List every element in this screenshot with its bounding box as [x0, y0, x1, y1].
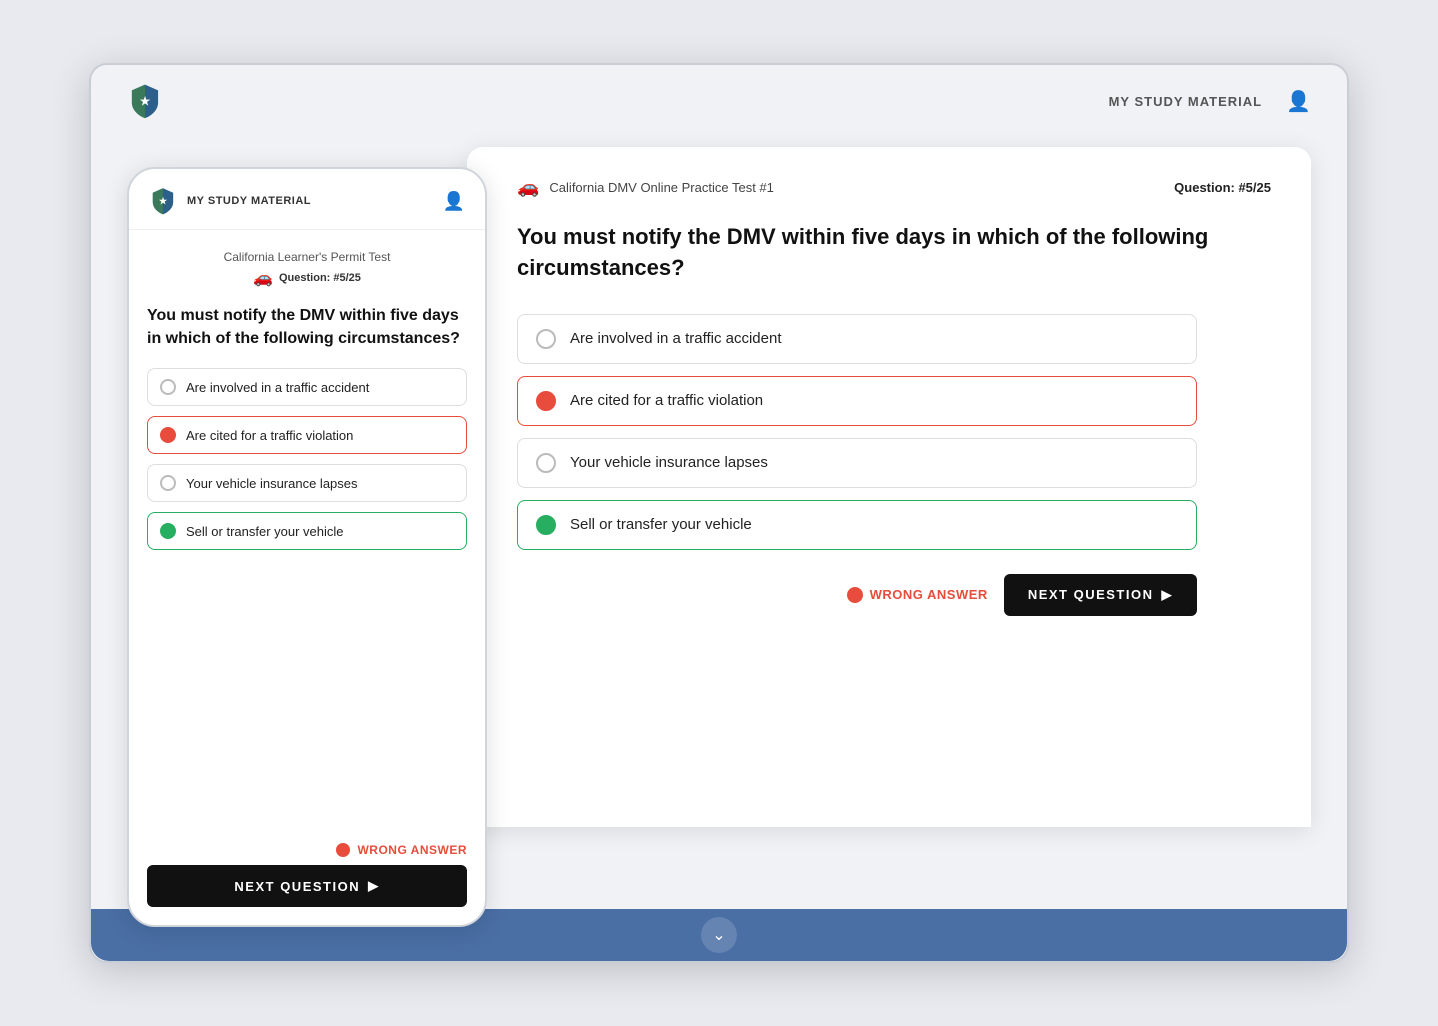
desktop-radio-dot-4	[536, 515, 556, 535]
desktop-option-text-1: Are involved in a traffic accident	[570, 330, 782, 347]
outer-content: ★ MY STUDY MATERIAL 👤 California Learner…	[91, 137, 1347, 909]
desktop-question-num: Question: #5/25	[1174, 180, 1271, 195]
option-text-4: Sell or transfer your vehicle	[186, 524, 344, 539]
outer-user-icon[interactable]: 👤	[1286, 89, 1311, 114]
phone-next-btn-label: NEXT QUESTION	[234, 879, 360, 894]
desktop-wrong-dot	[847, 587, 863, 603]
phone-logo-icon: ★	[149, 187, 177, 215]
phone-answer-option-4[interactable]: Sell or transfer your vehicle	[147, 512, 467, 550]
outer-device: ★ MY STUDY MATERIAL 👤 ★ MY STUDY MATERIA…	[89, 63, 1349, 963]
svg-text:★: ★	[159, 196, 168, 206]
phone-wrong-label: WRONG ANSWER	[357, 843, 467, 857]
desktop-question-text: You must notify the DMV within five days…	[517, 222, 1217, 284]
phone-answer-option-1[interactable]: Are involved in a traffic accident	[147, 368, 467, 406]
phone-answer-option-3[interactable]: Your vehicle insurance lapses	[147, 464, 467, 502]
scroll-indicator: ⌄	[701, 917, 737, 953]
outer-topbar: ★ MY STUDY MATERIAL 👤	[91, 65, 1347, 137]
phone-next-arrow-icon: ▶	[368, 878, 380, 894]
desktop-radio-dot-1	[536, 329, 556, 349]
desktop-footer: WRONG ANSWER NEXT QUESTION ▶	[517, 574, 1197, 616]
phone-wrong-answer-row: WRONG ANSWER	[147, 843, 467, 857]
option-text-3: Your vehicle insurance lapses	[186, 476, 358, 491]
desktop-answer-option-1[interactable]: Are involved in a traffic accident	[517, 314, 1197, 364]
phone-car-icon: 🚗	[253, 268, 273, 288]
desktop-quiz-name: California DMV Online Practice Test #1	[549, 180, 773, 195]
phone-brand-label: MY STUDY MATERIAL	[187, 195, 311, 207]
desktop-next-arrow-icon: ▶	[1162, 587, 1174, 603]
app-logo-icon: ★	[127, 83, 163, 119]
phone-logo-wrap: ★ MY STUDY MATERIAL	[149, 187, 311, 215]
desktop-answer-option-2[interactable]: Are cited for a traffic violation	[517, 376, 1197, 426]
phone-header: ★ MY STUDY MATERIAL 👤	[129, 169, 485, 230]
phone-question-text: You must notify the DMV within five days…	[147, 304, 467, 350]
radio-dot-2	[160, 427, 176, 443]
phone-quiz-header: California Learner's Permit Test 🚗 Quest…	[147, 250, 467, 288]
outer-nav: MY STUDY MATERIAL 👤	[1109, 89, 1311, 114]
desktop-answer-option-4[interactable]: Sell or transfer your vehicle	[517, 500, 1197, 550]
desktop-quiz-brand: 🚗 California DMV Online Practice Test #1	[517, 177, 774, 198]
svg-text:★: ★	[140, 96, 150, 108]
desktop-next-btn-label: NEXT QUESTION	[1028, 587, 1154, 602]
phone-quiz-sub: 🚗 Question: #5/25	[147, 268, 467, 288]
phone-answer-option-2[interactable]: Are cited for a traffic violation	[147, 416, 467, 454]
desktop-option-text-4: Sell or transfer your vehicle	[570, 516, 752, 533]
desktop-answer-option-3[interactable]: Your vehicle insurance lapses	[517, 438, 1197, 488]
desktop-radio-dot-2	[536, 391, 556, 411]
desktop-option-text-2: Are cited for a traffic violation	[570, 392, 763, 409]
phone-footer: WRONG ANSWER NEXT QUESTION ▶	[129, 831, 485, 925]
phone-question-num: Question: #5/25	[279, 272, 361, 284]
phone-mockup: ★ MY STUDY MATERIAL 👤 California Learner…	[127, 167, 487, 927]
phone-wrong-dot	[336, 843, 350, 857]
phone-user-icon[interactable]: 👤	[443, 191, 465, 212]
desktop-next-question-button[interactable]: NEXT QUESTION ▶	[1004, 574, 1197, 616]
radio-dot-1	[160, 379, 176, 395]
desktop-wrong-row: WRONG ANSWER	[847, 587, 988, 603]
option-text-1: Are involved in a traffic accident	[186, 380, 369, 395]
scroll-icon: ⌄	[712, 925, 725, 945]
option-text-2: Are cited for a traffic violation	[186, 428, 353, 443]
phone-quiz-title: California Learner's Permit Test	[147, 250, 467, 264]
outer-nav-label: MY STUDY MATERIAL	[1109, 94, 1263, 109]
desktop-radio-dot-3	[536, 453, 556, 473]
desktop-quiz-panel: 🚗 California DMV Online Practice Test #1…	[467, 147, 1311, 827]
phone-next-question-button[interactable]: NEXT QUESTION ▶	[147, 865, 467, 907]
phone-body: California Learner's Permit Test 🚗 Quest…	[129, 230, 485, 831]
desktop-wrong-label: WRONG ANSWER	[870, 587, 988, 602]
radio-dot-4	[160, 523, 176, 539]
radio-dot-3	[160, 475, 176, 491]
desktop-option-text-3: Your vehicle insurance lapses	[570, 454, 768, 471]
desktop-panel-header: 🚗 California DMV Online Practice Test #1…	[517, 177, 1271, 198]
desktop-car-icon: 🚗	[517, 177, 539, 198]
